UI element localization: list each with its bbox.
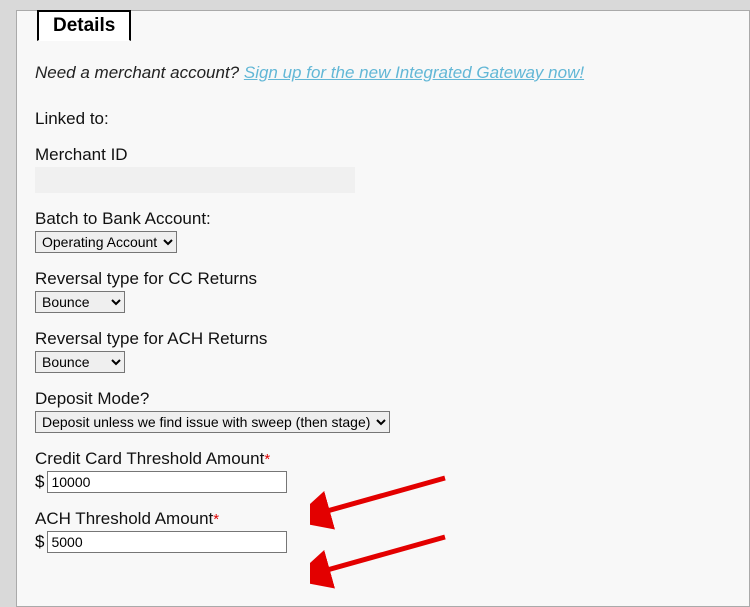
linked-to-label: Linked to: bbox=[35, 109, 749, 129]
merchant-id-label: Merchant ID bbox=[35, 145, 749, 165]
details-panel: Details Need a merchant account? Sign up… bbox=[16, 10, 750, 607]
signup-link[interactable]: Sign up for the new Integrated Gateway n… bbox=[244, 63, 584, 82]
deposit-mode-select[interactable]: Deposit unless we find issue with sweep … bbox=[35, 411, 390, 433]
merchant-id-value-masked bbox=[35, 167, 355, 193]
reversal-cc-label: Reversal type for CC Returns bbox=[35, 269, 749, 289]
ach-threshold-input[interactable] bbox=[47, 531, 287, 553]
required-mark: * bbox=[264, 451, 270, 468]
merchant-signup-prompt: Need a merchant account? Sign up for the… bbox=[35, 63, 749, 83]
batch-bank-label: Batch to Bank Account: bbox=[35, 209, 749, 229]
reversal-ach-label: Reversal type for ACH Returns bbox=[35, 329, 749, 349]
currency-symbol: $ bbox=[35, 532, 44, 552]
required-mark: * bbox=[213, 511, 219, 528]
details-tab[interactable]: Details bbox=[37, 10, 131, 41]
deposit-mode-label: Deposit Mode? bbox=[35, 389, 749, 409]
cc-threshold-label: Credit Card Threshold Amount* bbox=[35, 449, 749, 469]
ach-threshold-label: ACH Threshold Amount* bbox=[35, 509, 749, 529]
reversal-ach-select[interactable]: Bounce bbox=[35, 351, 125, 373]
prompt-lead-text: Need a merchant account? bbox=[35, 63, 244, 82]
currency-symbol: $ bbox=[35, 472, 44, 492]
reversal-cc-select[interactable]: Bounce bbox=[35, 291, 125, 313]
batch-bank-select[interactable]: Operating Account bbox=[35, 231, 177, 253]
cc-threshold-input[interactable] bbox=[47, 471, 287, 493]
